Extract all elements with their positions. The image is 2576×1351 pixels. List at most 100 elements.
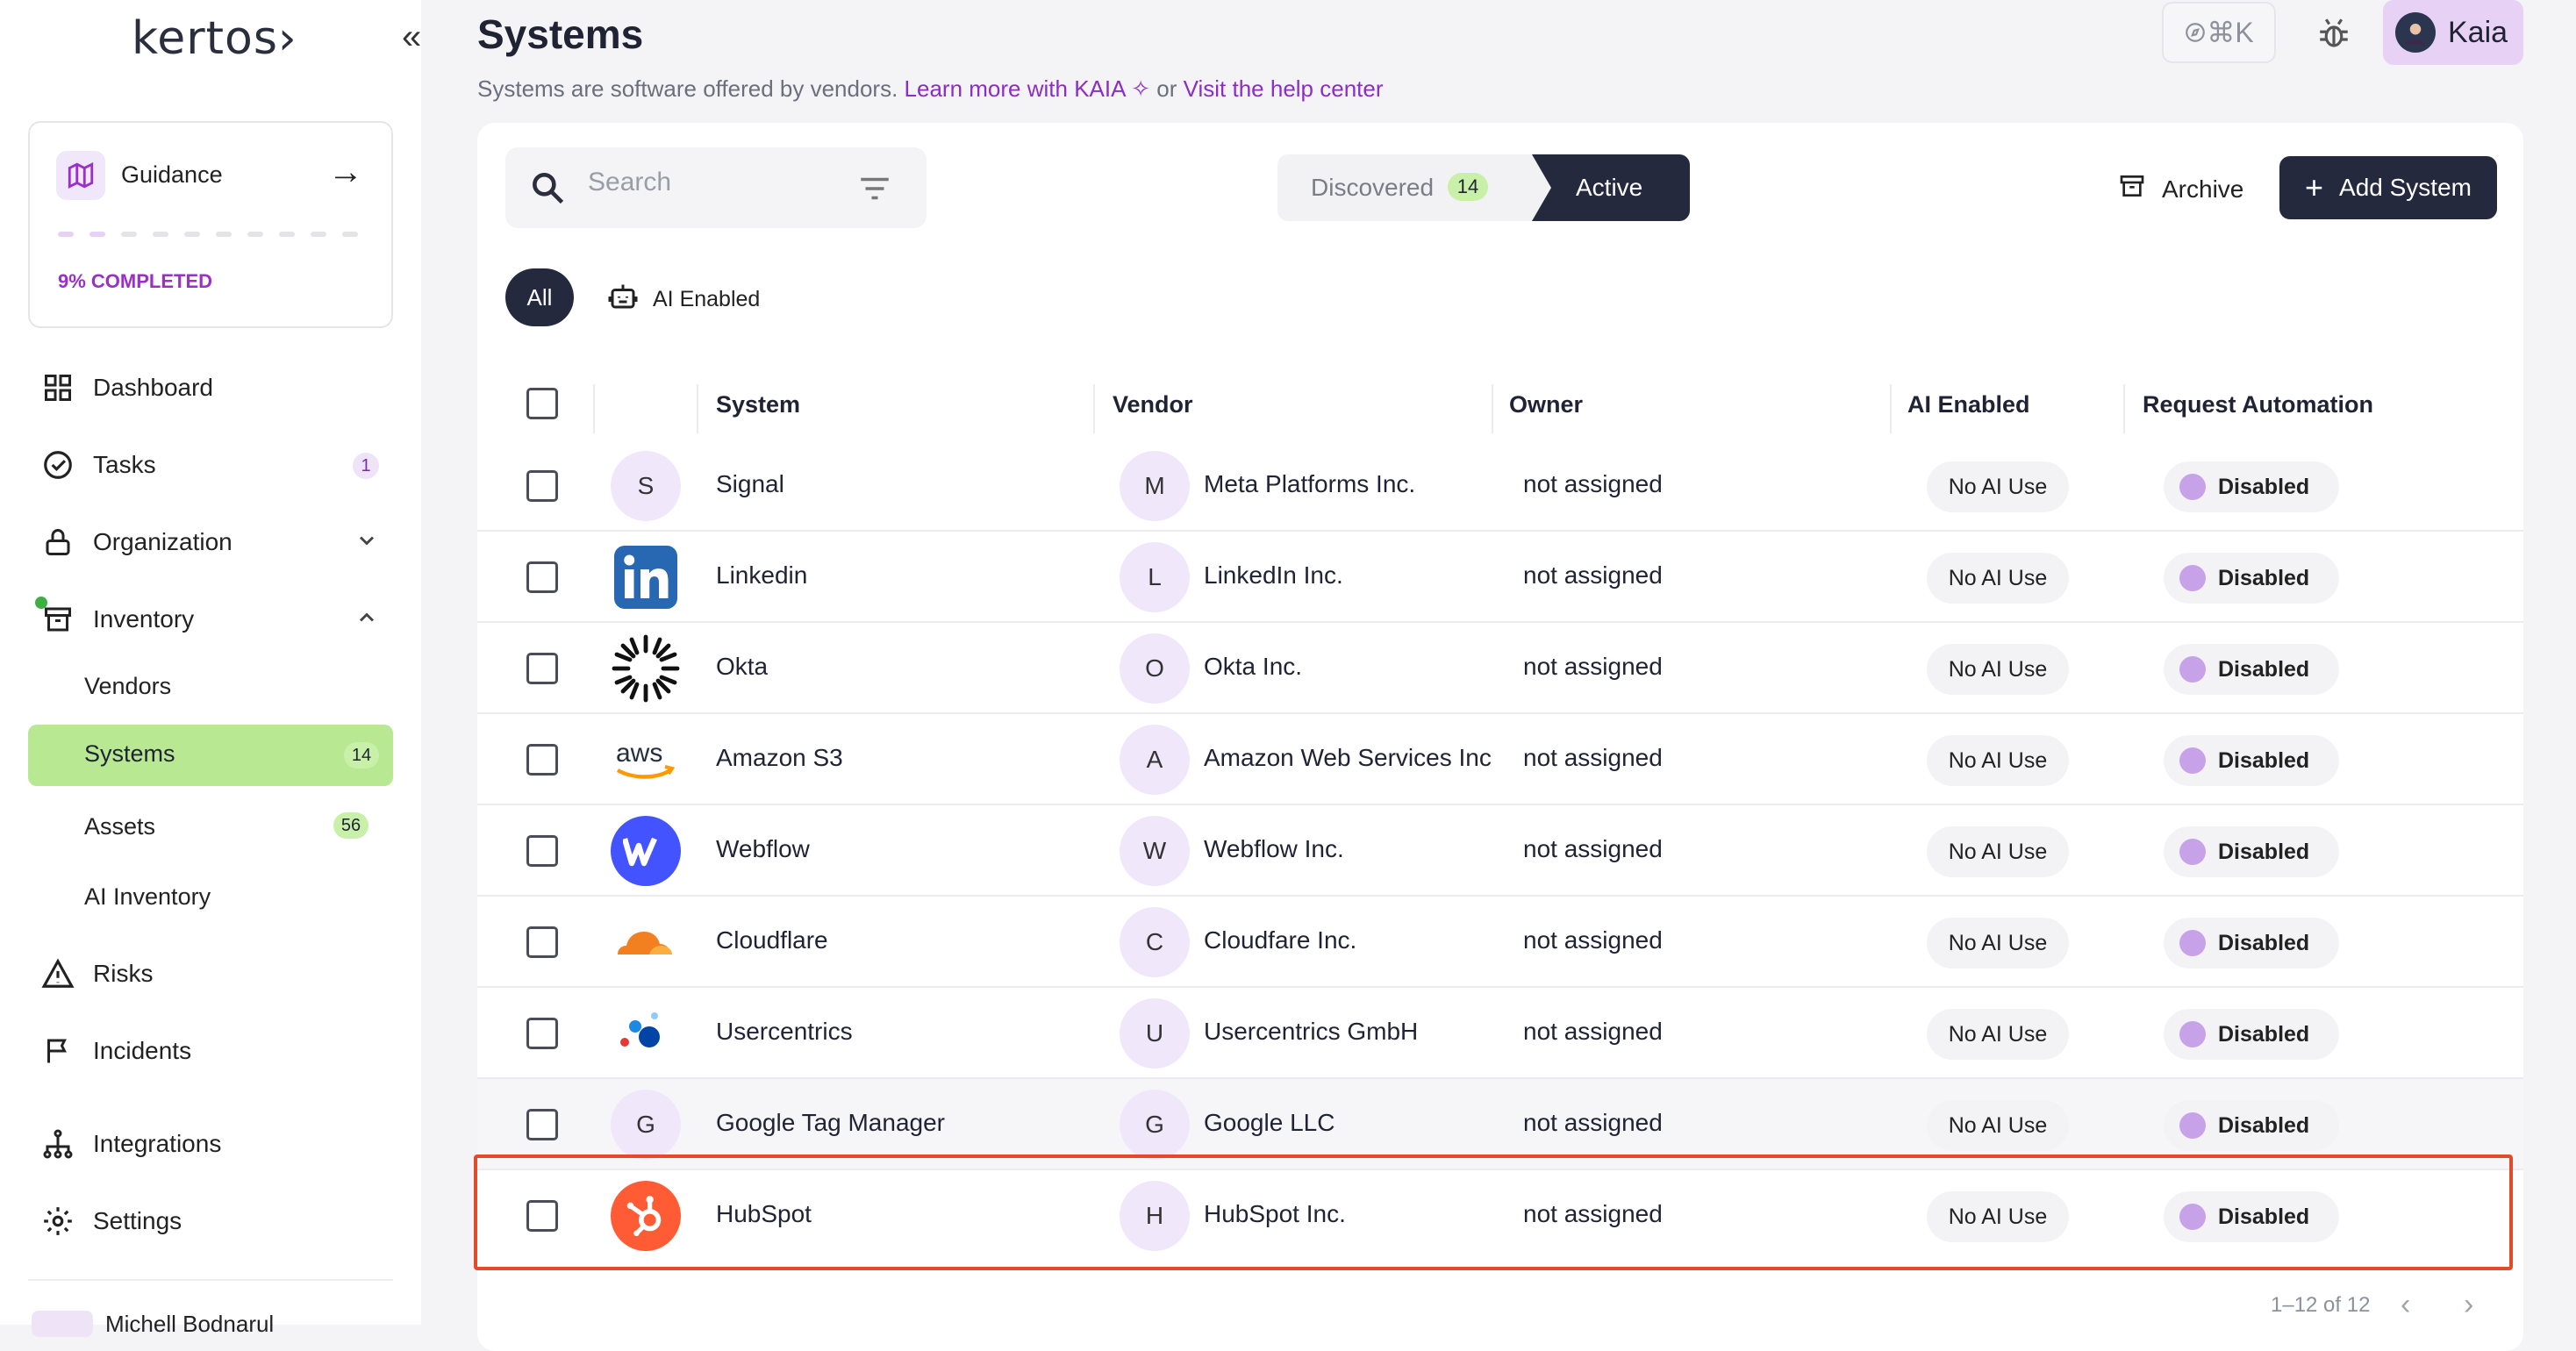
col-vendor[interactable]: Vendor xyxy=(1113,391,1193,418)
request-automation-badge[interactable]: Disabled xyxy=(2164,826,2339,877)
usercentrics-logo xyxy=(611,998,681,1069)
system-name[interactable]: Google Tag Manager xyxy=(716,1109,945,1137)
vendor-name[interactable]: Webflow Inc. xyxy=(1204,835,1344,863)
signal-logo: S xyxy=(611,451,681,521)
kaia-link[interactable]: Learn more with KAIA xyxy=(905,75,1125,102)
row-checkbox[interactable] xyxy=(526,653,558,684)
system-name[interactable]: Usercentrics xyxy=(716,1018,853,1046)
system-name[interactable]: Linkedin xyxy=(716,561,807,590)
request-automation-badge[interactable]: Disabled xyxy=(2164,644,2339,695)
system-name[interactable]: Okta xyxy=(716,653,768,681)
nav-inventory[interactable]: Inventory xyxy=(40,595,391,644)
owner-cell[interactable]: not assigned xyxy=(1523,653,1663,681)
chevron-right-icon[interactable]: › xyxy=(2464,1288,2473,1322)
vendor-name[interactable]: Cloudfare Inc. xyxy=(1204,926,1356,954)
plus-icon: + xyxy=(2305,169,2324,205)
owner-cell[interactable]: not assigned xyxy=(1523,835,1663,863)
collapse-sidebar-icon[interactable]: « xyxy=(402,18,421,57)
chevron-left-icon[interactable]: ‹ xyxy=(2401,1288,2410,1322)
vendor-name[interactable]: Usercentrics GmbH xyxy=(1204,1018,1418,1046)
request-automation-badge[interactable]: Disabled xyxy=(2164,1009,2339,1060)
nav-integrations-label: Integrations xyxy=(93,1130,222,1157)
okta-logo xyxy=(611,633,681,704)
nav-risks[interactable]: Risks xyxy=(40,949,391,998)
filter-icon[interactable] xyxy=(856,170,893,211)
request-automation-badge[interactable]: Disabled xyxy=(2164,735,2339,786)
user-avatar-bottom[interactable] xyxy=(32,1311,93,1337)
search-input[interactable] xyxy=(586,167,832,198)
add-system-button[interactable]: + Add System xyxy=(2279,156,2497,219)
nav-settings[interactable]: Settings xyxy=(40,1197,391,1246)
ai-badge: No AI Use xyxy=(1927,1100,2069,1151)
system-name[interactable]: Webflow xyxy=(716,835,810,863)
request-automation-badge[interactable]: Disabled xyxy=(2164,1100,2339,1151)
row-checkbox[interactable] xyxy=(526,470,558,502)
tab-discovered[interactable]: Discovered xyxy=(1311,174,1434,202)
nav-tasks-label: Tasks xyxy=(93,451,156,478)
nav-systems[interactable]: Systems 14 xyxy=(28,725,393,786)
col-request-automation[interactable]: Request Automation xyxy=(2143,391,2373,418)
vendor-name[interactable]: Meta Platforms Inc. xyxy=(1204,470,1415,498)
owner-cell[interactable]: not assigned xyxy=(1523,470,1663,498)
tab-active[interactable]: Active xyxy=(1532,154,1690,221)
table-row[interactable]: aws Amazon S3 A Amazon Web Services Inc … xyxy=(477,714,2523,805)
bug-icon[interactable] xyxy=(2313,12,2355,54)
row-checkbox[interactable] xyxy=(526,926,558,958)
nav-incidents-label: Incidents xyxy=(93,1037,192,1064)
owner-cell[interactable]: not assigned xyxy=(1523,1109,1663,1137)
arrow-right-icon[interactable]: → xyxy=(328,153,363,192)
systems-count-badge: 14 xyxy=(344,742,379,768)
vendor-name[interactable]: Google LLC xyxy=(1204,1109,1335,1137)
row-checkbox[interactable] xyxy=(526,561,558,593)
archive-button[interactable]: Archive xyxy=(2118,172,2243,206)
table-row[interactable]: Webflow W Webflow Inc. not assigned No A… xyxy=(477,805,2523,897)
table-row[interactable]: Linkedin L LinkedIn Inc. not assigned No… xyxy=(477,532,2523,623)
system-name[interactable]: Amazon S3 xyxy=(716,744,843,772)
request-automation-badge[interactable]: Disabled xyxy=(2164,461,2339,512)
row-checkbox[interactable] xyxy=(526,1018,558,1049)
filter-chip-ai-enabled[interactable]: AI Enabled xyxy=(607,281,760,318)
request-automation-badge[interactable]: Disabled xyxy=(2164,553,2339,604)
table-row[interactable]: S Signal M Meta Platforms Inc. not assig… xyxy=(477,440,2523,532)
vendor-name[interactable]: LinkedIn Inc. xyxy=(1204,561,1343,590)
system-name[interactable]: Signal xyxy=(716,470,784,498)
system-name[interactable]: Cloudflare xyxy=(716,926,828,954)
status-dot xyxy=(2179,565,2206,591)
subtitle-text: Systems are software offered by vendors. xyxy=(477,75,898,102)
discovered-count-badge: 14 xyxy=(1448,173,1488,201)
owner-cell[interactable]: not assigned xyxy=(1523,926,1663,954)
row-checkbox[interactable] xyxy=(526,835,558,867)
column-separator xyxy=(697,384,698,433)
col-ai-enabled[interactable]: AI Enabled xyxy=(1907,391,2030,418)
vendor-name[interactable]: Amazon Web Services Inc xyxy=(1204,744,1492,772)
status-dot xyxy=(2179,839,2206,865)
nav-integrations[interactable]: Integrations xyxy=(40,1119,391,1169)
command-palette-button[interactable]: ⌘K xyxy=(2162,2,2276,63)
nav-dashboard[interactable]: Dashboard xyxy=(40,363,391,412)
row-checkbox[interactable] xyxy=(526,744,558,776)
owner-cell[interactable]: not assigned xyxy=(1523,744,1663,772)
user-menu-button[interactable]: Kaia xyxy=(2383,0,2523,65)
table-row[interactable]: Usercentrics U Usercentrics GmbH not ass… xyxy=(477,988,2523,1079)
nav-organization[interactable]: Organization xyxy=(40,518,391,567)
search-box[interactable] xyxy=(505,147,927,228)
help-center-link[interactable]: Visit the help center xyxy=(1184,75,1384,102)
assets-count-badge: 56 xyxy=(333,812,369,839)
select-all-checkbox[interactable] xyxy=(526,388,558,419)
table-row[interactable]: Okta O Okta Inc. not assigned No AI Use … xyxy=(477,623,2523,714)
map-icon xyxy=(56,151,105,200)
nav-tasks[interactable]: Tasks 1 xyxy=(40,440,391,490)
owner-cell[interactable]: not assigned xyxy=(1523,561,1663,590)
owner-cell[interactable]: not assigned xyxy=(1523,1018,1663,1046)
row-checkbox[interactable] xyxy=(526,1109,558,1140)
filter-chip-all[interactable]: All xyxy=(505,268,574,326)
nav-ai-inventory[interactable]: AI Inventory xyxy=(84,872,211,921)
request-automation-badge[interactable]: Disabled xyxy=(2164,918,2339,969)
nav-vendors[interactable]: Vendors xyxy=(84,661,171,711)
col-system[interactable]: System xyxy=(716,391,800,418)
nav-incidents[interactable]: Incidents xyxy=(40,1026,391,1076)
table-row[interactable]: Cloudflare C Cloudfare Inc. not assigned… xyxy=(477,897,2523,988)
vendor-name[interactable]: Okta Inc. xyxy=(1204,653,1302,681)
guidance-card[interactable]: Guidance → 9% COMPLETED xyxy=(28,121,393,328)
col-owner[interactable]: Owner xyxy=(1509,391,1583,418)
